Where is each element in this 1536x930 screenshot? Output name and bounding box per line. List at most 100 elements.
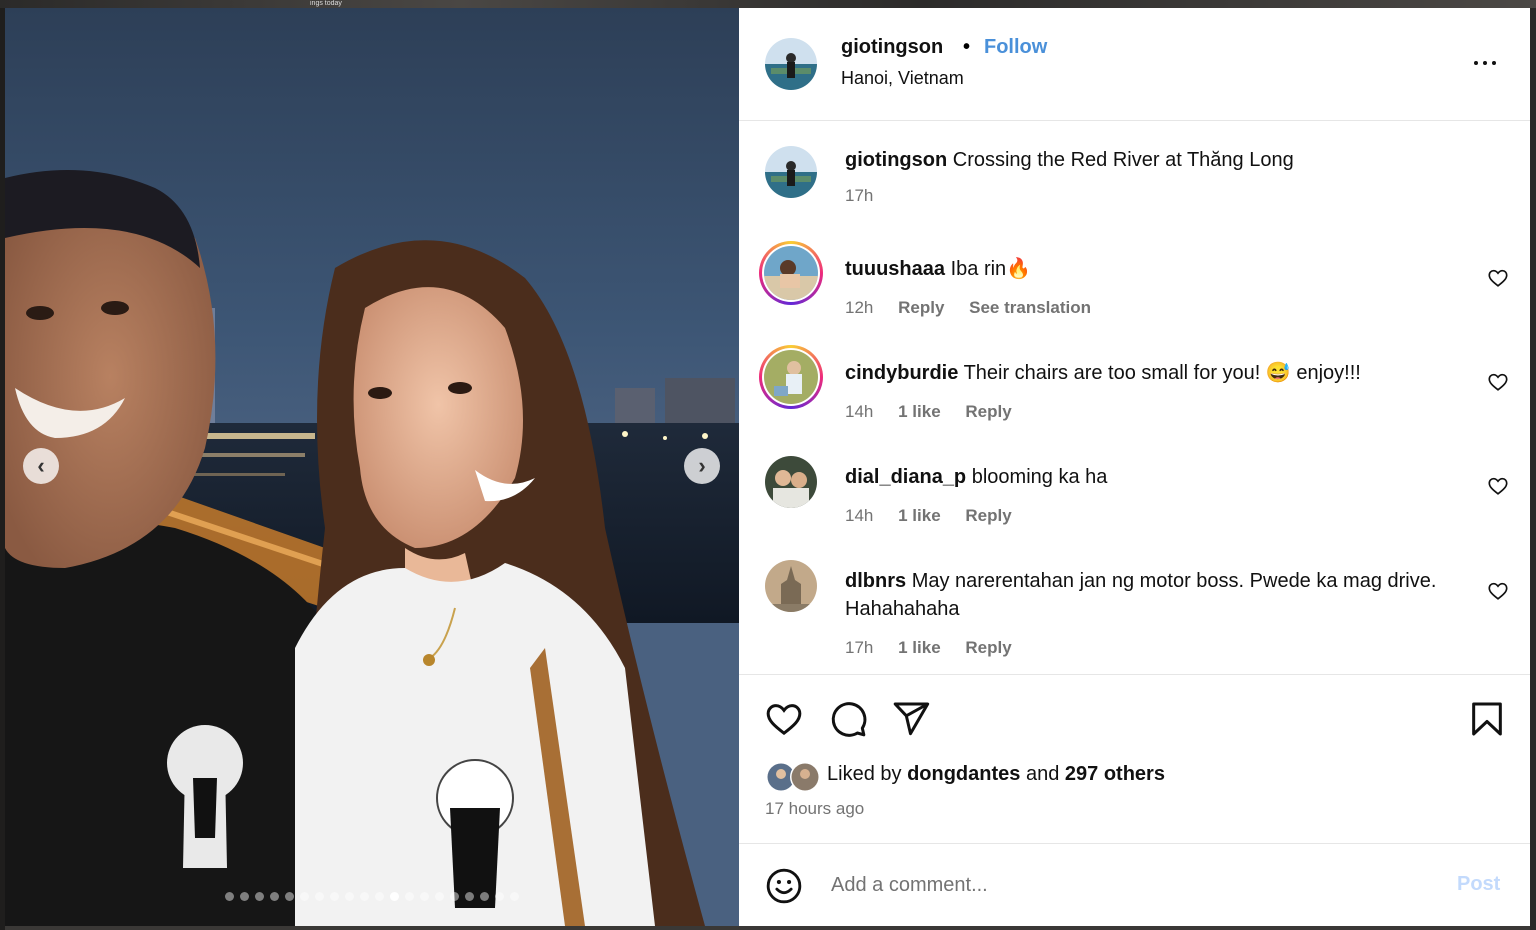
emoji-smiley-icon[interactable] (765, 867, 803, 905)
carousel-dot (315, 892, 324, 901)
carousel-dot (480, 892, 489, 901)
comment-time[interactable]: 12h (845, 298, 873, 317)
author-username[interactable]: giotingson (841, 36, 943, 59)
carousel-dot (270, 892, 279, 901)
background-strip: ings today (0, 0, 1536, 8)
comment-text: cindyburdie Their chairs are too small f… (845, 359, 1465, 387)
commenter-avatar (764, 350, 818, 404)
like-heart-icon[interactable] (764, 699, 804, 739)
post-side-panel: giotingson • Follow Hanoi, Vietnam gioti… (739, 8, 1530, 926)
previous-photo-button[interactable]: ‹ (23, 448, 59, 484)
background-strip-text: ings today (310, 0, 342, 7)
story-ring[interactable] (759, 345, 823, 409)
carousel-dot (435, 892, 444, 901)
comment-like-count[interactable]: 1 like (898, 638, 941, 657)
liked-by-user[interactable]: dongdantes (907, 763, 1020, 785)
carousel-dot (495, 892, 504, 901)
like-comment-heart-icon[interactable] (1487, 267, 1509, 289)
comment-username[interactable]: tuuushaaa (845, 258, 945, 280)
like-comment-heart-icon[interactable] (1487, 371, 1509, 393)
carousel-dot (285, 892, 294, 901)
comment-meta: 14h 1 like Reply (845, 402, 1032, 422)
story-ring[interactable] (759, 241, 823, 305)
comment-item: tuuushaaa Iba rin🔥 12h Reply See transla… (739, 240, 1530, 330)
comment-meta: 17h 1 like Reply (845, 638, 1032, 658)
post-caption: giotingson Crossing the Red River at Thă… (739, 136, 1530, 226)
comment-time[interactable]: 14h (845, 402, 873, 421)
reply-button[interactable]: Reply (965, 506, 1011, 525)
carousel-dot (510, 892, 519, 901)
like-comment-heart-icon[interactable] (1487, 475, 1509, 497)
comment-like-count[interactable]: 1 like (898, 506, 941, 525)
post-location[interactable]: Hanoi, Vietnam (841, 68, 964, 89)
carousel-dot (390, 892, 399, 901)
comment-item: dial_diana_p blooming ka ha 14h 1 like R… (739, 448, 1530, 538)
carousel-dot (225, 892, 234, 901)
carousel-dots (5, 892, 739, 902)
carousel-dot (360, 892, 369, 901)
comment-body: Iba rin🔥 (950, 258, 1032, 280)
header-separator: • (963, 36, 971, 58)
comment-meta: 14h 1 like Reply (845, 506, 1032, 526)
likes-summary: Liked by dongdantes and 297 others (827, 763, 1165, 786)
carousel-dot (345, 892, 354, 901)
likes-prefix: Liked by (827, 763, 902, 785)
comment-item: dlbnrs May narerentahan jan ng motor bos… (739, 552, 1530, 662)
see-translation-button[interactable]: See translation (969, 298, 1091, 317)
chevron-left-icon: ‹ (37, 453, 45, 478)
comment-text: dlbnrs May narerentahan jan ng motor bos… (845, 567, 1465, 623)
background-edge-right (1530, 8, 1536, 930)
carousel-dot (330, 892, 339, 901)
share-send-icon[interactable] (891, 699, 931, 739)
comment-body: Their chairs are too small for you! 😅 en… (963, 362, 1361, 384)
carousel-dot (405, 892, 414, 901)
caption-username[interactable]: giotingson (845, 149, 947, 171)
follow-button[interactable]: Follow (984, 36, 1047, 59)
comment-text: tuuushaaa Iba rin🔥 (845, 255, 1465, 283)
likes-others[interactable]: 297 others (1065, 763, 1165, 785)
save-bookmark-icon[interactable] (1467, 699, 1507, 739)
comment-username[interactable]: dlbnrs (845, 570, 906, 592)
like-comment-heart-icon[interactable] (1487, 580, 1509, 602)
caption-text: giotingson Crossing the Red River at Thă… (845, 146, 1465, 174)
commenter-avatar[interactable] (765, 560, 817, 612)
author-avatar[interactable] (765, 38, 817, 90)
comment-bubble-icon[interactable] (828, 699, 868, 739)
more-options-button[interactable] (1469, 48, 1503, 78)
commenter-avatar (764, 246, 818, 300)
comment-like-count[interactable]: 1 like (898, 402, 941, 421)
reply-button[interactable]: Reply (965, 402, 1011, 421)
reply-button[interactable]: Reply (965, 638, 1011, 657)
photo-image (5, 8, 739, 926)
comment-username[interactable]: cindyburdie (845, 362, 958, 384)
add-comment-bar: Post (739, 843, 1530, 926)
caption-meta: 17h (845, 186, 893, 206)
caption-avatar[interactable] (765, 146, 817, 198)
post-photo[interactable]: ‹ › (5, 8, 739, 926)
carousel-dot (465, 892, 474, 901)
liked-by-avatars[interactable] (765, 761, 825, 793)
comment-meta: 12h Reply See translation (845, 298, 1111, 318)
post-header: giotingson • Follow Hanoi, Vietnam (739, 8, 1530, 121)
reply-button[interactable]: Reply (898, 298, 944, 317)
comment-input[interactable] (829, 865, 1433, 905)
comment-body: blooming ka ha (971, 466, 1108, 488)
carousel-dot (300, 892, 309, 901)
caption-body: Crossing the Red River at Thăng Long (952, 149, 1294, 171)
post-actions: Liked by dongdantes and 297 others 17 ho… (739, 674, 1530, 844)
carousel-dot (240, 892, 249, 901)
likes-and: and (1025, 763, 1060, 785)
next-photo-button[interactable]: › (684, 448, 720, 484)
comment-time[interactable]: 14h (845, 506, 873, 525)
comment-time[interactable]: 17h (845, 638, 873, 657)
post-comment-button[interactable]: Post (1457, 873, 1500, 896)
comment-username[interactable]: dial_diana_p (845, 466, 966, 488)
comment-text: dial_diana_p blooming ka ha (845, 463, 1465, 491)
carousel-dot (450, 892, 459, 901)
posted-time[interactable]: 17 hours ago (765, 799, 864, 819)
chevron-right-icon: › (698, 453, 706, 478)
commenter-avatar[interactable] (765, 456, 817, 508)
caption-time[interactable]: 17h (845, 186, 873, 205)
comment-body: May narerentahan jan ng motor boss. Pwed… (845, 570, 1437, 620)
comment-item: cindyburdie Their chairs are too small f… (739, 344, 1530, 434)
